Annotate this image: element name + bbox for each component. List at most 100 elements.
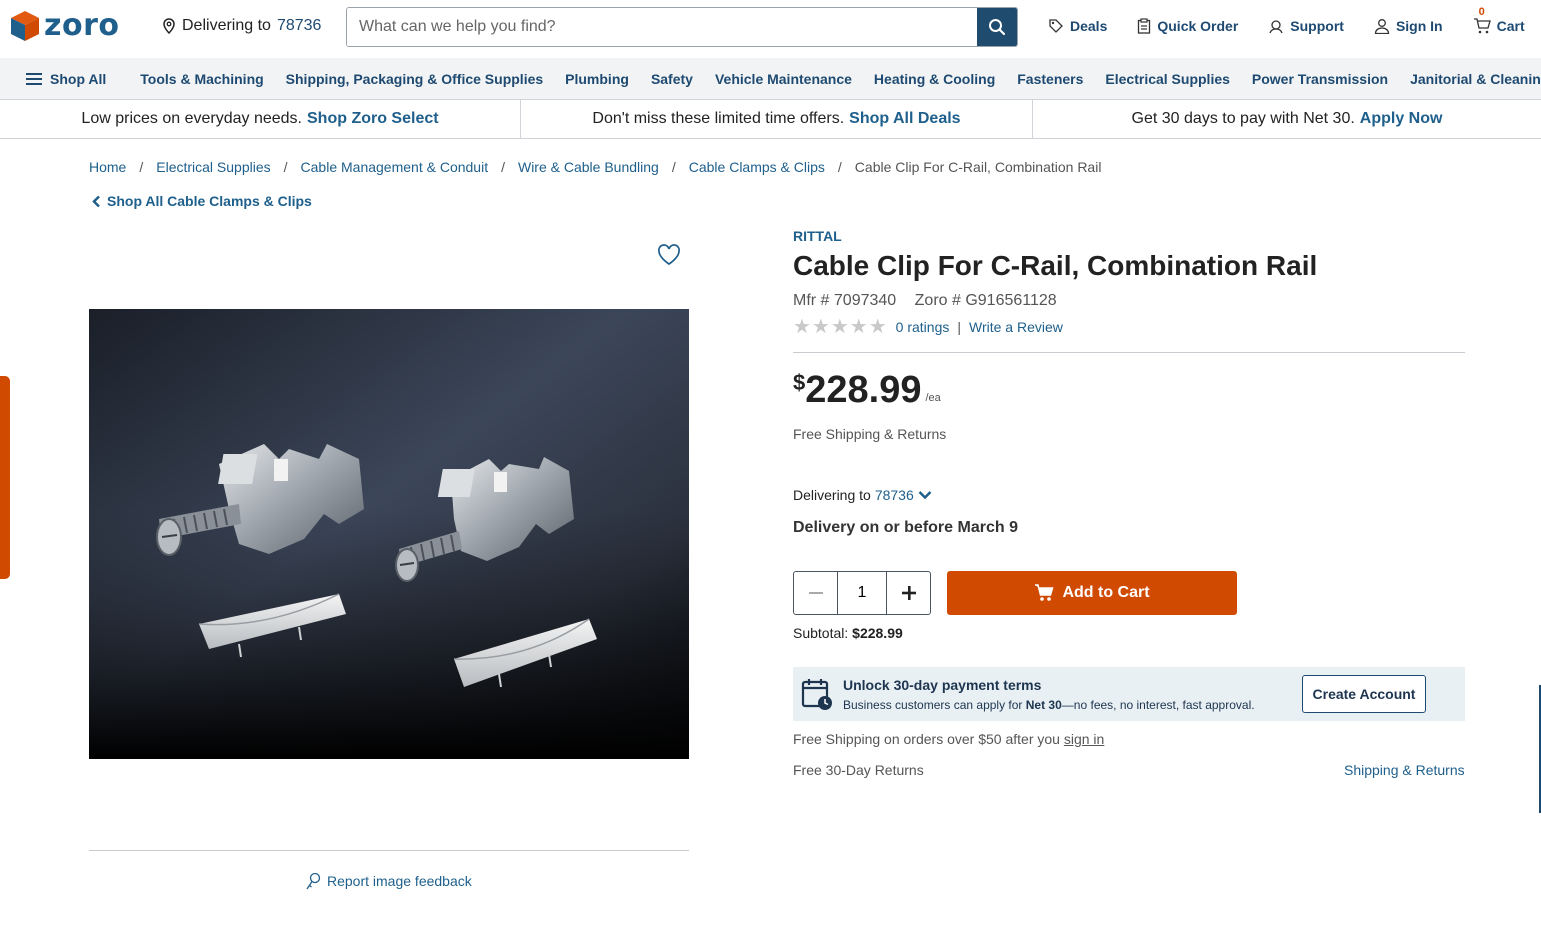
net30-description: Business customers can apply for Net 30—… [843,698,1255,712]
breadcrumb-separator: / [837,159,842,175]
delivery-zip: 78736 [874,487,914,503]
feedback-icon [306,872,321,890]
site-header: zoro Delivering to 78736 Deals Quick Ord… [0,0,1541,58]
increase-quantity-button[interactable] [887,572,930,614]
nav-item-shipping-packaging[interactable]: Shipping, Packaging & Office Supplies [286,71,543,87]
subtotal-value: $228.99 [852,625,903,641]
search-button[interactable] [977,8,1017,46]
delivery-zip-selector[interactable]: Delivering to 78736 [793,487,932,503]
breadcrumb-separator: / [501,159,505,175]
breadcrumb-wire-cable-bundling[interactable]: Wire & Cable Bundling [518,159,659,175]
price-unit: /ea [925,392,941,404]
add-to-cart-label: Add to Cart [1062,584,1150,601]
nav-item-safety[interactable]: Safety [651,71,693,87]
cart-icon [1473,18,1491,34]
breadcrumb-separator: / [283,159,288,175]
support-label: Support [1290,18,1344,34]
breadcrumb-current: Cable Clip For C-Rail, Combination Rail [854,159,1102,175]
feedback-side-tab[interactable] [0,376,10,579]
location-pin-icon [163,18,175,34]
header-links: Deals Quick Order Support Sign In 0 Cart [1048,6,1525,34]
subtotal: Subtotal: $228.99 [793,625,903,641]
nav-item-heating-cooling[interactable]: Heating & Cooling [874,71,995,87]
breadcrumb-cable-clamps-clips[interactable]: Cable Clamps & Clips [689,159,825,175]
breadcrumb-separator: / [139,159,144,175]
apply-now-link[interactable]: Apply Now [1360,110,1443,128]
nav-item-plumbing[interactable]: Plumbing [565,71,629,87]
delivery-label: Delivering to [793,487,871,503]
nav-item-power-transmission[interactable]: Power Transmission [1252,71,1388,87]
shipping-threshold-text: Free Shipping on orders over $50 after y… [793,731,1060,747]
tag-icon [1049,19,1063,33]
mfr-number: Mfr # 7097340 [793,292,897,309]
sign-in-link[interactable]: Sign In [1374,18,1443,34]
decrease-quantity-button[interactable] [794,572,837,614]
product-image[interactable] [89,309,689,759]
heart-icon [658,244,680,266]
delivery-zip: 78736 [276,17,322,34]
returns-note: Free 30-Day Returns [793,762,924,778]
delivery-location[interactable]: Delivering to 78736 [162,17,321,35]
back-link-label: Shop All Cable Clamps & Clips [107,193,312,209]
breadcrumb-separator: / [671,159,676,175]
promo-net30: Get 30 days to pay with Net 30. Apply No… [1033,100,1541,138]
delivery-label: Delivering to [182,17,271,34]
breadcrumb-electrical-supplies[interactable]: Electrical Supplies [156,159,270,175]
headset-icon [1269,20,1283,34]
create-account-button[interactable]: Create Account [1302,675,1426,713]
delivery-date: Delivery on or before March 9 [793,519,1018,536]
net30-desc-post: —no fees, no interest, fast approval. [1061,697,1255,712]
calendar-clock-icon [801,679,832,710]
chevron-down-icon [918,491,932,500]
breadcrumb-cable-management[interactable]: Cable Management & Conduit [301,159,489,175]
plus-icon [901,586,916,600]
promo-text: Get 30 days to pay with Net 30. [1131,110,1355,127]
nav-item-tools-machining[interactable]: Tools & Machining [140,71,263,87]
shipping-returns-link[interactable]: Shipping & Returns [1344,762,1465,778]
breadcrumb-home[interactable]: Home [89,159,126,175]
quantity-input[interactable] [837,572,887,614]
deals-label: Deals [1070,18,1108,34]
price: $ 228.99 /ea [793,368,941,412]
user-icon [1374,19,1390,34]
chevron-left-icon [92,195,100,207]
logo-text: zoro [44,8,120,43]
product-photo [89,309,689,759]
deals-link[interactable]: Deals [1048,18,1107,34]
shop-zoro-select-link[interactable]: Shop Zoro Select [307,110,439,128]
back-to-category-link[interactable]: Shop All Cable Clamps & Clips [92,193,312,209]
promo-text: Don't miss these limited time offers. [592,110,845,127]
brand-link[interactable]: RITTAL [793,228,842,244]
shop-all-deals-link[interactable]: Shop All Deals [849,110,960,128]
search-bar [346,7,1018,47]
cart-label: Cart [1496,18,1525,34]
report-image-feedback-link[interactable]: Report image feedback [305,872,472,890]
ratings-count-link[interactable]: 0 ratings [896,319,950,335]
write-review-link[interactable]: Write a Review [969,319,1063,335]
nav-item-fasteners[interactable]: Fasteners [1017,71,1083,87]
net30-banner: Unlock 30-day payment terms Business cus… [793,667,1465,721]
promo-deals: Don't miss these limited time offers. Sh… [521,100,1033,138]
sign-in-link[interactable]: sign in [1064,731,1104,747]
nav-item-vehicle-maintenance[interactable]: Vehicle Maintenance [715,71,852,87]
zoro-number: Zoro # G916561128 [914,292,1057,309]
quantity-stepper [793,571,931,615]
support-link[interactable]: Support [1268,18,1344,34]
search-input[interactable] [347,8,977,46]
favorite-button[interactable] [657,244,681,271]
nav-item-janitorial-cleaning[interactable]: Janitorial & Cleaning Supplies [1410,71,1541,87]
shop-all-button[interactable]: Shop All [26,71,106,87]
add-to-cart-button[interactable]: Add to Cart [947,571,1237,615]
minus-icon [808,591,823,594]
quick-order-link[interactable]: Quick Order [1137,18,1238,34]
rating-separator: | [957,319,961,335]
zoro-logo[interactable]: zoro [10,10,119,42]
rating-row: ★★★★★ 0 ratings | Write a Review [793,317,1063,337]
cart-count-badge: 0 [1478,6,1485,18]
nav-item-electrical-supplies[interactable]: Electrical Supplies [1105,71,1230,87]
category-nav: Shop All Tools & Machining Shipping, Pac… [0,58,1541,100]
net30-desc-pre: Business customers can apply for [843,697,1023,712]
shipping-threshold-note: Free Shipping on orders over $50 after y… [793,731,1104,747]
cart-link[interactable]: 0 Cart [1473,6,1525,34]
image-divider [89,850,689,851]
